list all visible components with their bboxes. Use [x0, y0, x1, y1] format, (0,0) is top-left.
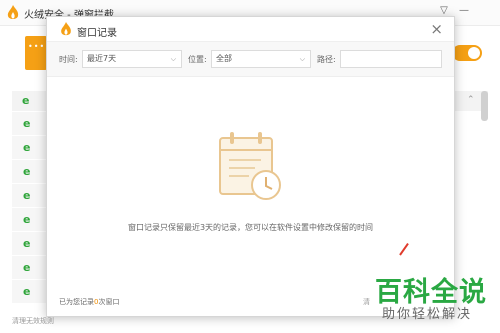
time-filter-select[interactable]: 最近7天 ⌵ — [82, 50, 182, 68]
intercept-toggle[interactable] — [452, 45, 482, 61]
path-filter-label: 路径: — [317, 55, 336, 64]
list-item[interactable]: e — [12, 184, 46, 208]
minimize-icon[interactable]: — — [457, 4, 471, 18]
record-count-suffix: 次窗口 — [98, 298, 120, 306]
list-item[interactable]: e — [12, 208, 46, 232]
ie-browser-icon: e — [23, 237, 31, 250]
ie-browser-icon: e — [23, 189, 31, 202]
scrollbar[interactable] — [481, 91, 488, 121]
location-filter-label: 位置: — [188, 55, 207, 64]
ie-browser-icon: e — [23, 117, 31, 130]
rule-list: e e e e e e e e — [12, 112, 46, 312]
time-filter-label: 时间: — [59, 55, 78, 64]
list-item[interactable]: e — [12, 160, 46, 184]
ie-browser-icon: e — [23, 261, 31, 274]
path-filter-input[interactable] — [340, 50, 442, 68]
chevron-down-icon: ⌵ — [170, 55, 176, 63]
location-filter-select[interactable]: 全部 ⌵ — [211, 50, 311, 68]
collapse-icon[interactable]: ⌃ — [467, 95, 475, 105]
ie-browser-icon: e — [22, 94, 30, 107]
huorong-logo-icon — [7, 5, 19, 19]
filter-bar: 时间: 最近7天 ⌵ 位置: 全部 ⌵ 路径: — [47, 42, 454, 77]
clean-invalid-rules-link[interactable]: 清理无效规则 — [12, 316, 54, 326]
ie-browser-icon: e — [23, 285, 31, 298]
location-filter-value: 全部 — [216, 54, 232, 63]
record-count-prefix: 已为您记录 — [59, 298, 94, 306]
close-icon[interactable]: × — [430, 20, 443, 38]
huorong-logo-icon — [61, 22, 71, 36]
chevron-down-icon: ⌵ — [299, 55, 305, 63]
list-item[interactable]: e — [12, 232, 46, 256]
list-item[interactable]: e — [12, 280, 46, 304]
ie-browser-icon: e — [23, 213, 31, 226]
watermark-subtitle: 助你轻松解决 — [382, 307, 473, 322]
list-item[interactable]: e — [12, 256, 46, 280]
ie-browser-icon: e — [23, 165, 31, 178]
record-count: 已为您记录0次窗口 — [59, 297, 119, 307]
list-item[interactable]: e — [12, 112, 46, 136]
list-item[interactable]: e — [12, 136, 46, 160]
ie-browser-icon: e — [23, 141, 31, 154]
empty-state-message: 窗口记录只保留最近3天的记录，您可以在软件设置中修改保留的时间 — [127, 223, 374, 232]
desktop-screenshot: 火绒安全 - 弹窗拦截 ▽ — ••• e ⌃ e e e e e e e e … — [0, 0, 500, 333]
dialog-header: 窗口记录 × — [47, 17, 454, 42]
dialog-title: 窗口记录 — [77, 28, 117, 39]
empty-calendar-clock-icon — [219, 132, 281, 200]
time-filter-value: 最近7天 — [87, 54, 117, 63]
clear-records-link[interactable]: 清 — [363, 297, 370, 307]
more-icon: ••• — [28, 42, 46, 51]
